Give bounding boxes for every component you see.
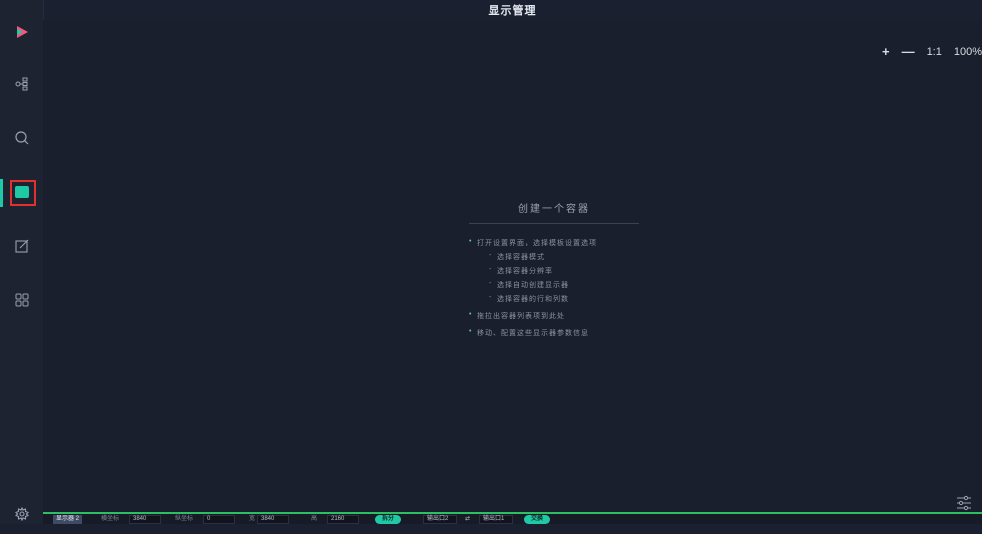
guide-step-1: 打开设置界面，选择模板设置选项 (469, 238, 639, 247)
page-title: 显示管理 (488, 5, 537, 17)
grid-apps-icon (15, 293, 28, 307)
sidebar-item-search[interactable] (0, 118, 43, 158)
split-button[interactable]: 拆分 (375, 515, 401, 524)
guide-substep-2: 选择容器分辨率 (489, 266, 639, 275)
filter-settings-button[interactable] (956, 494, 972, 512)
x-label: 横坐标 (101, 516, 120, 522)
x-input[interactable]: 3840 (129, 515, 161, 524)
height-label: 高 (311, 516, 318, 522)
sidebar-item-apps[interactable] (0, 280, 43, 320)
y-label: 纵坐标 (175, 516, 194, 522)
topology-icon (15, 77, 27, 91)
guide-title: 创建一个容器 (469, 200, 639, 224)
output-b-select[interactable]: 输出口1 (479, 515, 513, 524)
gear-icon (14, 507, 29, 521)
output-a-select[interactable]: 输出口2 (423, 515, 457, 524)
width-label: 宽 (249, 516, 256, 522)
guide-step-3: 移动、配置这些显示器参数信息 (469, 328, 639, 337)
sidebar (0, 0, 44, 524)
app-logo[interactable] (0, 12, 43, 52)
guide-substep-1: 选择容器模式 (489, 252, 639, 261)
edit-icon (14, 239, 28, 253)
property-bar: 显示器 2 横坐标 3840 纵坐标 0 宽 3840 高 2160 拆分 输出… (43, 512, 982, 524)
guide-substep-4: 选择容器的行和列数 (489, 294, 639, 303)
zoom-in-button[interactable]: + (882, 44, 890, 59)
search-icon (14, 131, 28, 145)
display-name-field[interactable]: 显示器 2 (53, 515, 83, 524)
fit-button[interactable]: 1:1 (927, 46, 942, 58)
title-bar: 显示管理 (43, 0, 982, 20)
zoom-out-button[interactable]: — (902, 44, 915, 59)
height-input[interactable]: 2160 (327, 515, 359, 524)
swap-button[interactable]: 交换 (524, 515, 550, 524)
highlight-box (10, 180, 36, 206)
sidebar-item-topology[interactable] (0, 64, 43, 104)
guide-substep-3: 选择自动创建显示器 (489, 280, 639, 289)
zoom-controls: + — 1:1 100% (882, 44, 982, 59)
display-canvas[interactable]: + — 1:1 100% 创建一个容器 打开设置界面，选择模板设置选项 选择容器… (43, 20, 982, 512)
create-container-guide: 创建一个容器 打开设置界面，选择模板设置选项 选择容器模式 选择容器分辨率 选择… (469, 200, 639, 342)
zoom-level[interactable]: 100% (954, 46, 982, 58)
y-input[interactable]: 0 (203, 515, 235, 524)
sliders-icon (957, 495, 971, 511)
sidebar-item-edit[interactable] (0, 226, 43, 266)
swap-icon[interactable]: ⇄ (465, 515, 470, 524)
sidebar-item-settings[interactable] (0, 494, 43, 534)
width-input[interactable]: 3840 (257, 515, 289, 524)
play-logo-icon (16, 26, 28, 38)
guide-step-2: 拖拉出容器列表项到此处 (469, 311, 639, 320)
